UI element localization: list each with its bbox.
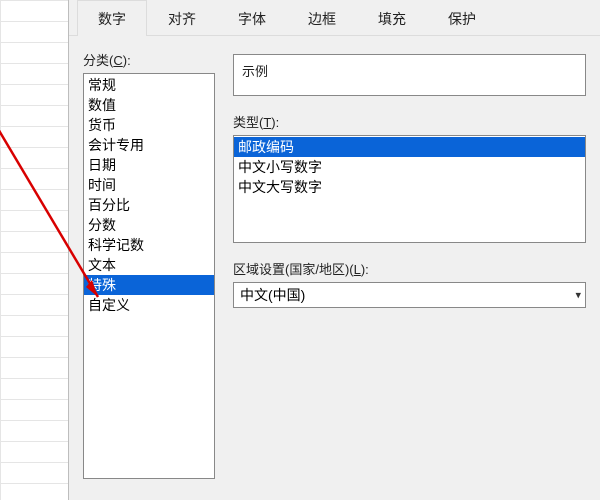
- locale-combobox[interactable]: 中文(中国) ▾: [233, 282, 586, 308]
- category-item[interactable]: 百分比: [84, 195, 214, 215]
- tab-5[interactable]: 保护: [427, 0, 497, 36]
- category-label: 分类(C):: [83, 50, 215, 69]
- category-item[interactable]: 会计专用: [84, 135, 214, 155]
- category-item[interactable]: 特殊: [84, 275, 214, 295]
- type-label: 类型(T):: [233, 112, 586, 131]
- category-item[interactable]: 日期: [84, 155, 214, 175]
- type-item[interactable]: 邮政编码: [234, 137, 585, 157]
- sample-label: 示例: [240, 59, 579, 80]
- tab-0[interactable]: 数字: [77, 0, 147, 36]
- category-item[interactable]: 自定义: [84, 295, 214, 315]
- category-item[interactable]: 科学记数: [84, 235, 214, 255]
- category-item[interactable]: 货币: [84, 115, 214, 135]
- format-cells-dialog: 数字对齐字体边框填充保护 分类(C): 常规数值货币会计专用日期时间百分比分数科…: [68, 0, 600, 500]
- category-item[interactable]: 时间: [84, 175, 214, 195]
- type-item[interactable]: 中文大写数字: [234, 177, 585, 197]
- category-listbox[interactable]: 常规数值货币会计专用日期时间百分比分数科学记数文本特殊自定义: [83, 73, 215, 479]
- tab-2[interactable]: 字体: [217, 0, 287, 36]
- tab-1[interactable]: 对齐: [147, 0, 217, 36]
- category-item[interactable]: 常规: [84, 75, 214, 95]
- dialog-tabs: 数字对齐字体边框填充保护: [69, 0, 600, 36]
- category-item[interactable]: 数值: [84, 95, 214, 115]
- sample-box: 示例: [233, 54, 586, 96]
- locale-value: 中文(中国): [240, 285, 305, 305]
- category-item[interactable]: 分数: [84, 215, 214, 235]
- category-item[interactable]: 文本: [84, 255, 214, 275]
- tab-3[interactable]: 边框: [287, 0, 357, 36]
- locale-label: 区域设置(国家/地区)(L):: [233, 259, 586, 278]
- type-listbox[interactable]: 邮政编码中文小写数字中文大写数字: [233, 135, 586, 243]
- type-item[interactable]: 中文小写数字: [234, 157, 585, 177]
- tab-4[interactable]: 填充: [357, 0, 427, 36]
- chevron-down-icon: ▾: [575, 289, 581, 302]
